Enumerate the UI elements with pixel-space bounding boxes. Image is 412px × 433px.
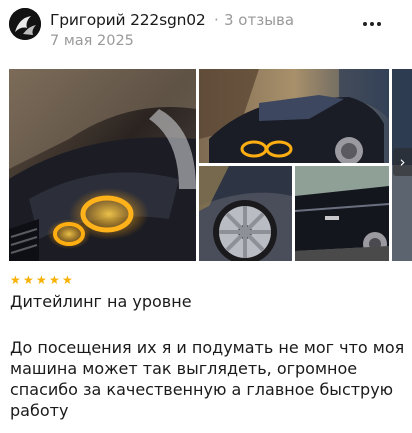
photo-wheel[interactable]: [199, 166, 292, 261]
reviews-count[interactable]: 3 отзыва: [224, 11, 294, 29]
review-text-line: спасибо за качественную а главное быстру…: [10, 380, 394, 399]
review-title: Дитейлинг на уровне: [10, 292, 192, 311]
separator-dot: ·: [214, 11, 219, 29]
photo-gallery: [9, 69, 412, 261]
photo-car-side[interactable]: [199, 69, 389, 163]
review-text-line: работу: [10, 401, 69, 420]
more-dots-icon[interactable]: [360, 12, 384, 36]
review-date: 7 мая 2025: [50, 33, 134, 49]
review-text-line: машина может так выглядеть, огромное: [10, 359, 358, 378]
review-text-line: До посещения их я и подумать не мог что …: [10, 338, 405, 357]
star-icon: ★: [62, 273, 73, 287]
review-header: Григорий 222sgn02 · 3 отзыва 7 мая 2025: [0, 0, 412, 60]
star-icon: ★: [10, 273, 21, 287]
chevron-right-icon[interactable]: ›: [393, 148, 412, 176]
rating-stars: ★ ★ ★ ★ ★: [10, 274, 74, 286]
author-avatar[interactable]: [9, 8, 41, 40]
star-icon: ★: [23, 273, 34, 287]
review-text: До посещения их я и подумать не мог что …: [10, 337, 406, 421]
star-icon: ★: [49, 273, 60, 287]
star-icon: ★: [36, 273, 47, 287]
photo-headlight[interactable]: [9, 69, 196, 261]
photo-door[interactable]: [295, 166, 389, 261]
author-name[interactable]: Григорий 222sgn02: [50, 11, 206, 29]
